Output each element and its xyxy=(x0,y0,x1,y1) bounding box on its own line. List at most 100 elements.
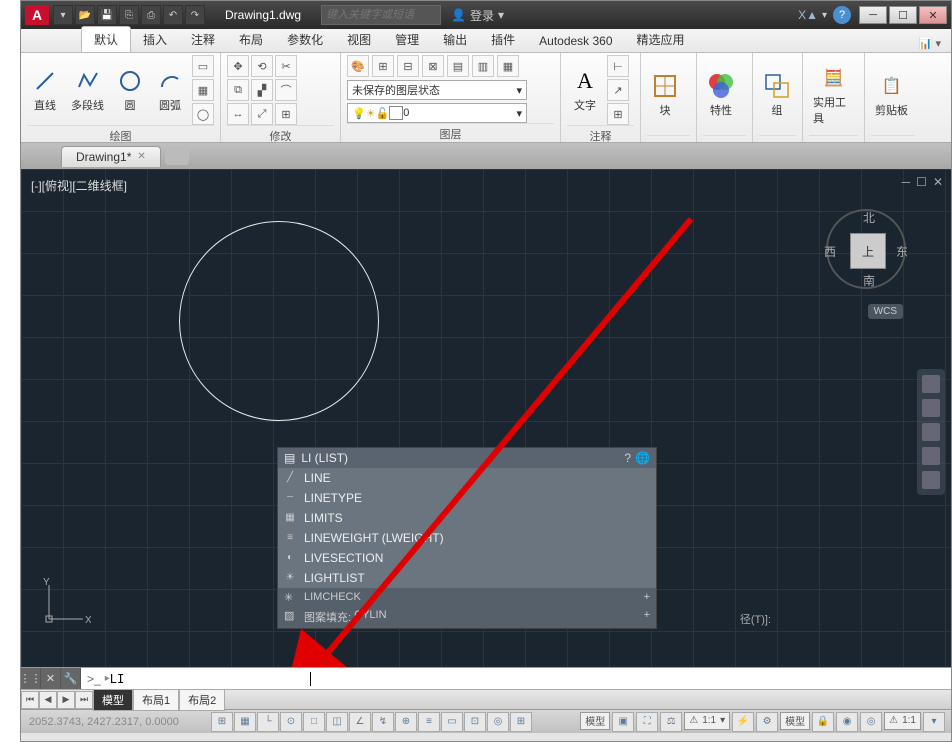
ribbon-tab-annotate[interactable]: 注释 xyxy=(179,27,227,52)
status-dyn-icon[interactable]: ⊕ xyxy=(395,712,417,732)
tool-layerstate-icon[interactable]: ⊞ xyxy=(372,55,394,77)
viewcube-west[interactable]: 西 xyxy=(824,243,836,260)
status-polar-icon[interactable]: ⊙ xyxy=(280,712,302,732)
tool-stretch-icon[interactable]: ↔ xyxy=(227,103,249,125)
suggestion-item[interactable]: ≡LINEWEIGHT (LWEIGHT) xyxy=(278,528,656,548)
tool-clipboard[interactable]: 📋剪贴板 xyxy=(871,70,912,120)
tool-properties[interactable]: 特性 xyxy=(703,70,739,120)
nav-wheel-icon[interactable] xyxy=(922,375,940,393)
suggestion-header[interactable]: ▤ LI (LIST) ? 🌐 xyxy=(278,448,656,468)
tool-polyline[interactable]: 多段线 xyxy=(67,65,108,115)
suggestion-item[interactable]: ☀LIGHTLIST xyxy=(278,568,656,588)
app-logo[interactable]: A xyxy=(25,5,49,25)
ribbon-tab-featured[interactable]: 精选应用 xyxy=(625,27,697,52)
qat-saveas-icon[interactable]: ⎘ xyxy=(119,5,139,25)
tool-rotate-icon[interactable]: ⟲ xyxy=(251,55,273,77)
qat-new-icon[interactable]: ▾ xyxy=(53,5,73,25)
tool-ellipse-icon[interactable]: ◯ xyxy=(192,103,214,125)
status-layout-icon[interactable]: ▣ xyxy=(612,712,634,732)
tool-hatch-icon[interactable]: ▦ xyxy=(192,79,214,101)
nav-zoom-icon[interactable] xyxy=(922,423,940,441)
help-icon[interactable]: ? xyxy=(624,451,631,465)
ribbon-tab-plugins[interactable]: 插件 xyxy=(479,27,527,52)
status-snap-icon[interactable]: ⊞ xyxy=(211,712,233,732)
tool-fillet-icon[interactable]: ⌒ xyxy=(275,79,297,101)
tool-line[interactable]: 直线 xyxy=(27,65,63,115)
suggestion-sysvar[interactable]: ✳LIMCHECK+ xyxy=(278,588,656,606)
status-3dosnap-icon[interactable]: ◫ xyxy=(326,712,348,732)
ribbon-tab-insert[interactable]: 插入 xyxy=(131,27,179,52)
tool-utilities[interactable]: 🧮实用工具 xyxy=(809,62,858,128)
nav-showmotion-icon[interactable] xyxy=(922,471,940,489)
status-ortho-icon[interactable]: └ xyxy=(257,712,279,732)
qat-open-icon[interactable]: 📂 xyxy=(75,5,95,25)
status-lwt-icon[interactable]: ≡ xyxy=(418,712,440,732)
new-tab-button[interactable] xyxy=(165,147,189,165)
status-ws-icon[interactable]: ⚙ xyxy=(756,712,778,732)
viewport-restore-icon[interactable]: ☐ xyxy=(916,175,927,189)
tool-mirror-icon[interactable]: ▞ xyxy=(251,79,273,101)
command-input[interactable] xyxy=(110,672,310,686)
status-otrack-icon[interactable]: ∠ xyxy=(349,712,371,732)
status-osnap-icon[interactable]: □ xyxy=(303,712,325,732)
viewcube-south[interactable]: 南 xyxy=(863,272,875,289)
chevron-down-icon[interactable]: ▾ xyxy=(822,10,827,21)
tool-arc[interactable]: 圆弧 xyxy=(152,65,188,115)
status-isolate-icon[interactable]: ◎ xyxy=(860,712,882,732)
ribbon-tab-parametric[interactable]: 参数化 xyxy=(275,27,335,52)
layer-state-combo[interactable]: 未保存的图层状态▾ xyxy=(347,80,527,100)
status-model-button-2[interactable]: 模型 xyxy=(780,712,810,730)
drawing-circle-entity[interactable] xyxy=(179,221,379,421)
help-icon[interactable]: ? xyxy=(833,6,851,24)
ribbon-tab-output[interactable]: 输出 xyxy=(431,27,479,52)
layout-nav-next-icon[interactable]: ▶ xyxy=(57,691,75,709)
globe-icon[interactable]: 🌐 xyxy=(635,451,650,465)
viewcube[interactable]: 北 南 东 西 上 xyxy=(821,199,911,299)
ribbon-tab-view[interactable]: 视图 xyxy=(335,27,383,52)
layer-current-combo[interactable]: 💡 ☀ 🔓 0 ▾ xyxy=(347,103,527,123)
tool-layermore3-icon[interactable]: ▤ xyxy=(447,55,469,77)
drawing-area[interactable]: [-][俯视][二维线框] ─ ☐ ✕ 北 南 东 西 上 WCS 径(T)]: xyxy=(21,169,951,667)
tool-layermore5-icon[interactable]: ▦ xyxy=(497,55,519,77)
viewport-minimize-icon[interactable]: ─ xyxy=(902,175,911,189)
viewport-close-icon[interactable]: ✕ xyxy=(933,175,943,189)
status-sc-icon[interactable]: ◎ xyxy=(487,712,509,732)
suggestion-item[interactable]: ╱LINE xyxy=(278,468,656,488)
maximize-button[interactable]: ☐ xyxy=(889,6,917,24)
tool-array-icon[interactable]: ⊞ xyxy=(275,103,297,125)
qat-undo-icon[interactable]: ↶ xyxy=(163,5,183,25)
help-search-input[interactable] xyxy=(321,5,441,25)
cmd-handle-icon[interactable]: ⋮⋮ xyxy=(21,668,41,689)
status-qp-icon[interactable]: ⊡ xyxy=(464,712,486,732)
tool-trim-icon[interactable]: ✂ xyxy=(275,55,297,77)
layout-nav-prev-icon[interactable]: ◀ xyxy=(39,691,57,709)
ribbon-tab-default[interactable]: 默认 xyxy=(81,26,131,52)
tool-layermore-icon[interactable]: ⊟ xyxy=(397,55,419,77)
tool-circle[interactable]: 圆 xyxy=(112,65,148,115)
file-tab-active[interactable]: Drawing1* ✕ xyxy=(61,146,161,167)
close-icon[interactable]: ✕ xyxy=(137,151,145,162)
tool-move-icon[interactable]: ✥ xyxy=(227,55,249,77)
status-hardware-icon[interactable]: ◉ xyxy=(836,712,858,732)
tool-copy-icon[interactable]: ⧉ xyxy=(227,79,249,101)
nav-orbit-icon[interactable] xyxy=(922,447,940,465)
status-maximize-icon[interactable]: ⛶ xyxy=(636,712,658,732)
layout-nav-first-icon[interactable]: ⏮ xyxy=(21,691,39,709)
qat-redo-icon[interactable]: ↷ xyxy=(185,5,205,25)
tool-layermore4-icon[interactable]: ▥ xyxy=(472,55,494,77)
tool-dimension-icon[interactable]: ⊢ xyxy=(607,55,629,77)
tool-text[interactable]: A文字 xyxy=(567,65,603,115)
layout-tab-1[interactable]: 布局1 xyxy=(133,689,179,711)
status-tpy-icon[interactable]: ▭ xyxy=(441,712,463,732)
view-control-label[interactable]: [-][俯视][二维线框] xyxy=(31,177,127,194)
layout-tab-2[interactable]: 布局2 xyxy=(179,689,225,711)
cmd-close-icon[interactable]: ✕ xyxy=(41,668,61,689)
suggestion-item[interactable]: ┄LINETYPE xyxy=(278,488,656,508)
viewcube-north[interactable]: 北 xyxy=(863,209,875,226)
tool-layermore2-icon[interactable]: ⊠ xyxy=(422,55,444,77)
qat-save-icon[interactable]: 💾 xyxy=(97,5,117,25)
status-grid-icon[interactable]: ▦ xyxy=(234,712,256,732)
suggestion-item[interactable]: ◐LIVESECTION xyxy=(278,548,656,568)
nav-pan-icon[interactable] xyxy=(922,399,940,417)
login-button[interactable]: 👤 登录 ▾ xyxy=(451,7,504,24)
